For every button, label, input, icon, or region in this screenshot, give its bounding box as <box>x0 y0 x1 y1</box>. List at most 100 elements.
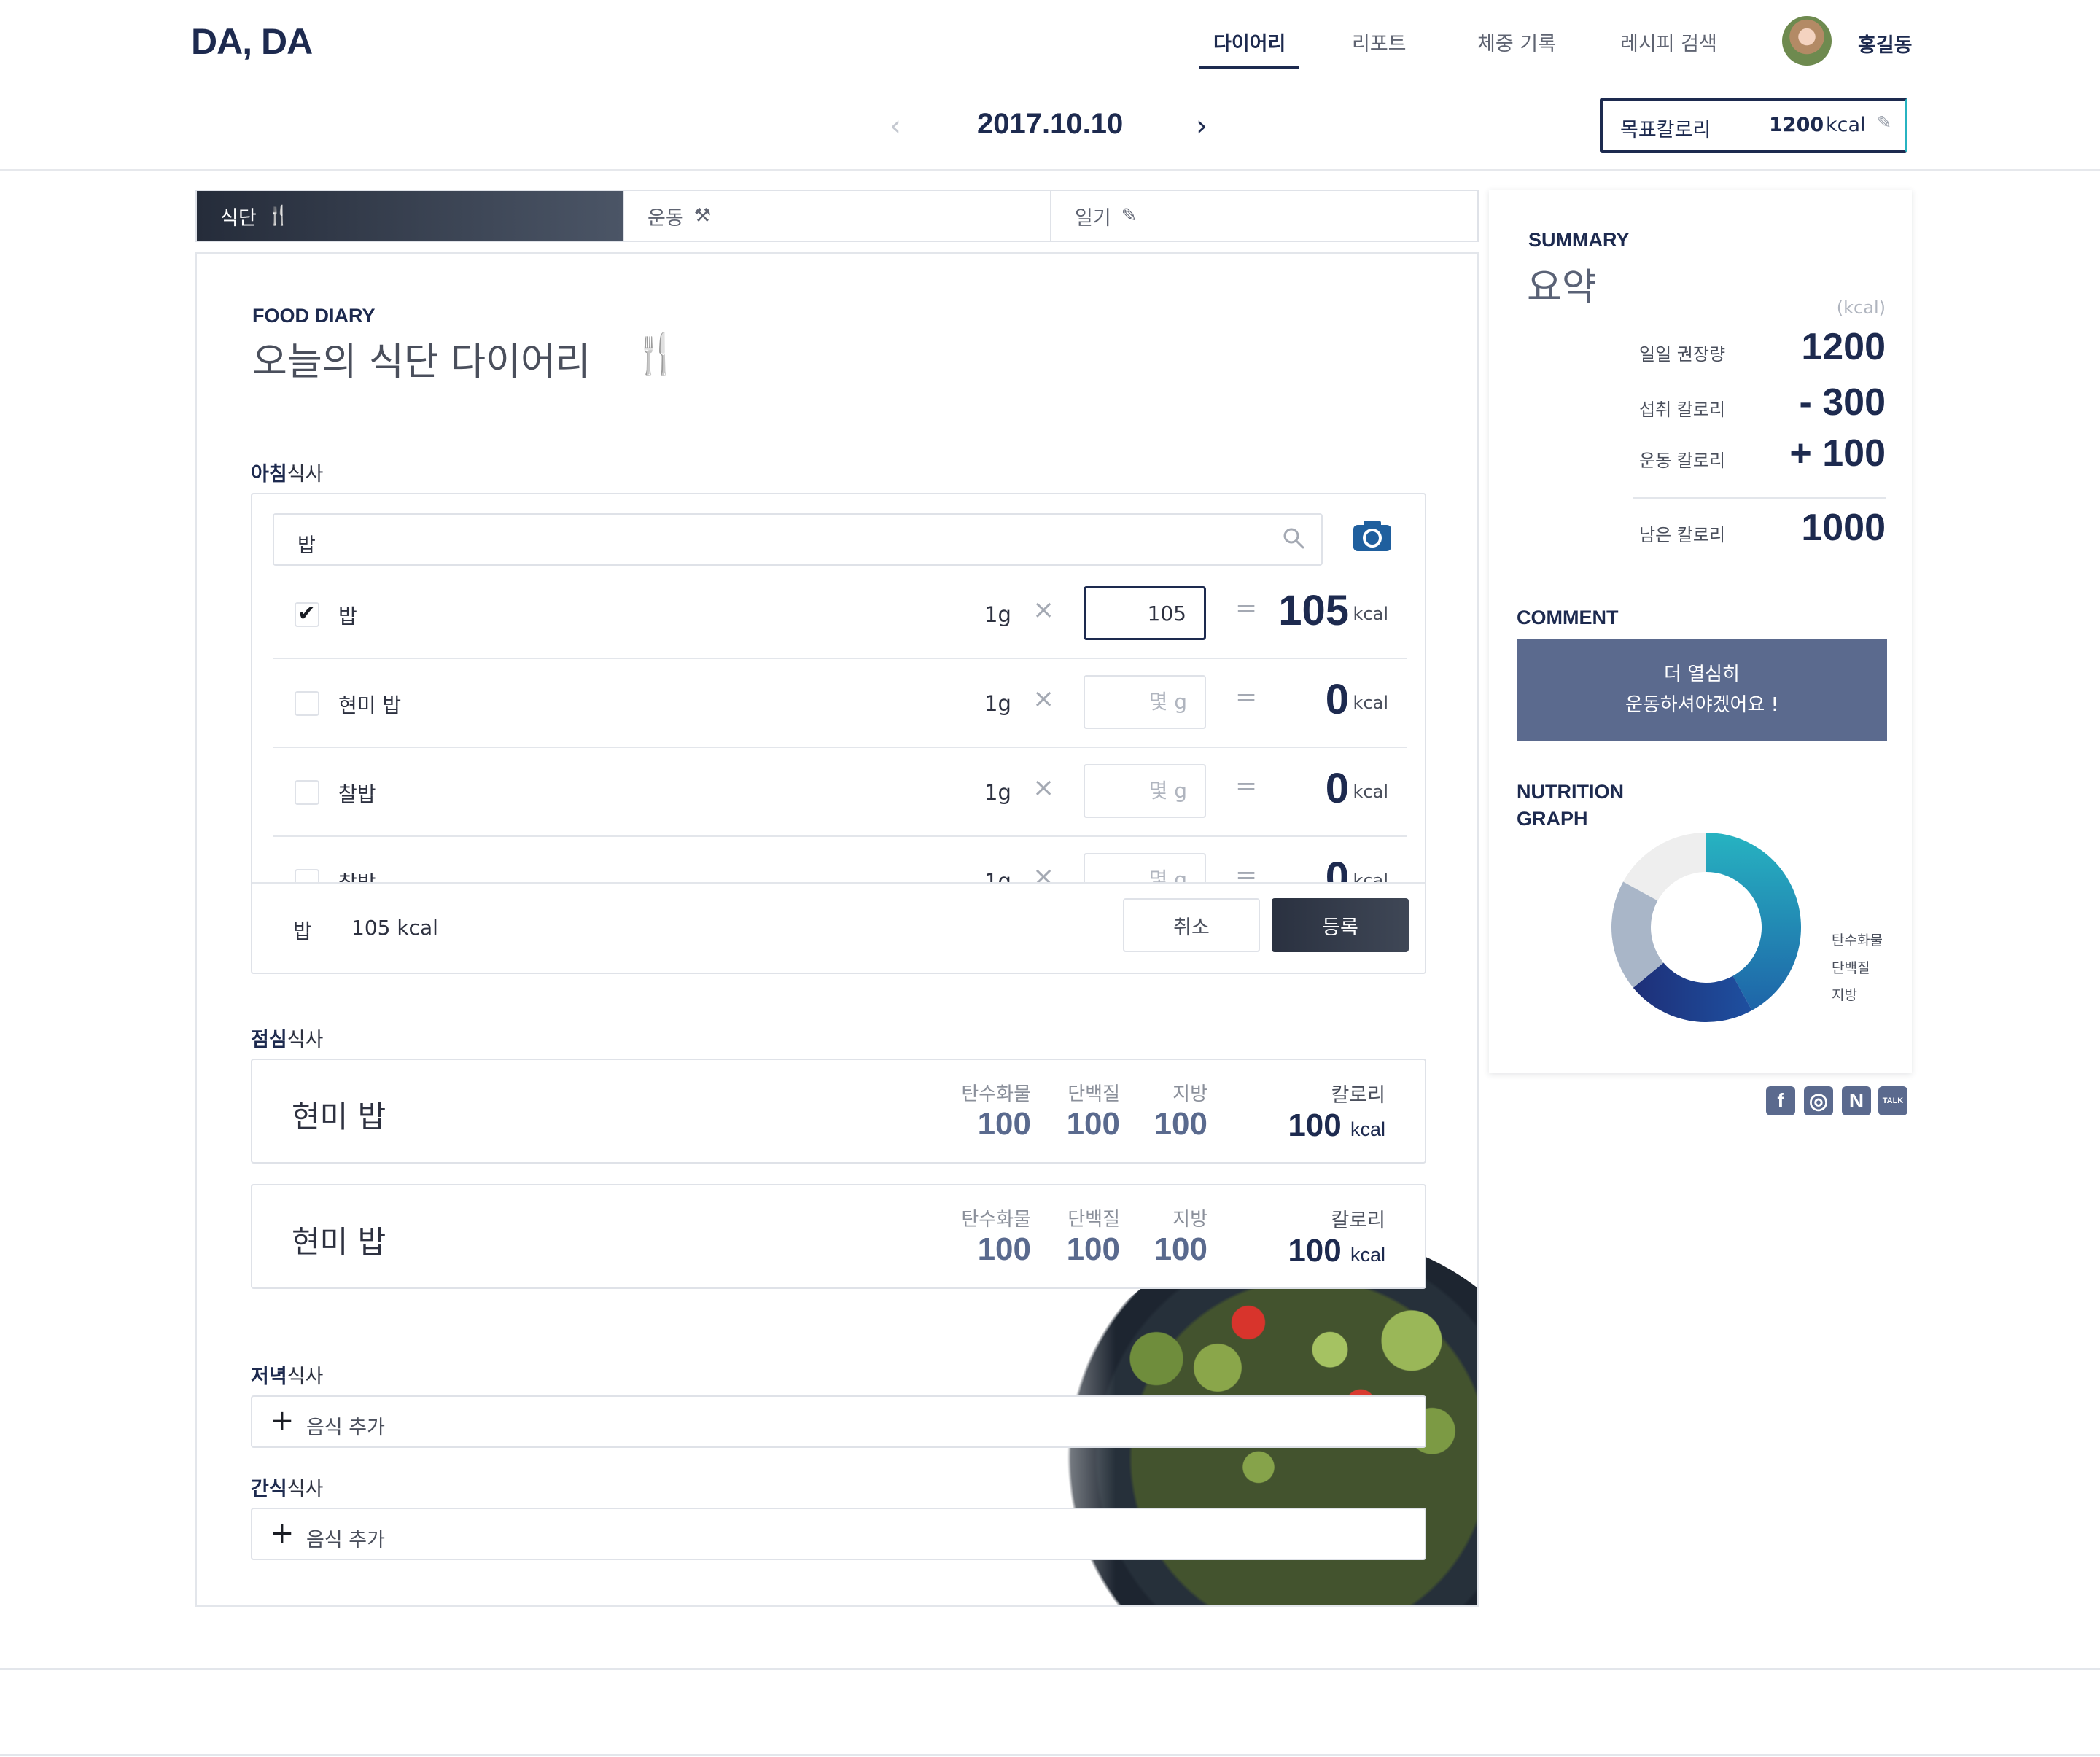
times-icon: × <box>1032 862 1055 882</box>
section-title-ko: 오늘의 식단 다이어리 <box>252 340 591 384</box>
chevron-right-icon[interactable]: › <box>1196 109 1208 143</box>
comment-line-2: 운동하셔야겠어요 ! <box>1625 694 1779 716</box>
naver-icon[interactable]: N <box>1842 1086 1871 1115</box>
comment-box: 더 열심히 운동하셔야겠어요 ! <box>1517 639 1887 741</box>
current-date: 2017.10.10 <box>977 108 1124 140</box>
nav-recipe-search[interactable]: 레시피 검색 <box>1620 28 1717 56</box>
protein-value: 100 <box>1066 1231 1120 1267</box>
protein-column: 단백질 100 <box>1067 1204 1120 1268</box>
fat-label: 지방 <box>1172 1083 1208 1105</box>
quantity-input[interactable]: 105 <box>1084 586 1206 640</box>
fat-label: 지방 <box>1172 1209 1208 1231</box>
selected-food-name: 밥 <box>293 919 312 943</box>
meal-label-rest: 식사 <box>287 1366 324 1388</box>
nutrition-graph-title-line1: NUTRITION <box>1517 781 1624 803</box>
list-item[interactable]: 밥 1g × 105 = 105 kcal <box>273 570 1407 659</box>
add-food-snack-button[interactable]: + 음식 추가 <box>251 1508 1426 1560</box>
lunch-item-card[interactable]: 현미 밥 탄수화물 100 단백질 100 지방 100 칼로리 100 kca… <box>251 1059 1426 1164</box>
add-food-label: 음식 추가 <box>306 1529 385 1551</box>
meal-label-bold: 점심 <box>251 1029 287 1051</box>
food-unit: 1g <box>984 691 1011 716</box>
meal-label-bold: 간식 <box>251 1478 287 1500</box>
tab-exercise-label: 운동 <box>648 206 684 230</box>
tab-exercise[interactable]: 운동 ⚒ <box>624 191 1051 241</box>
fork-knife-icon: 🍴 <box>631 331 681 377</box>
food-checkbox[interactable] <box>295 780 319 805</box>
food-kcal-value: 105 <box>1278 587 1349 634</box>
calorie-value-line: 100 kcal <box>1288 1107 1385 1148</box>
quantity-input[interactable]: 몇 g <box>1084 675 1206 729</box>
avatar[interactable] <box>1782 16 1832 66</box>
food-diary-panel: FOOD DIARY 오늘의 식단 다이어리 🍴 아침식사 밥 밥 1g × 1… <box>195 252 1479 1607</box>
nutrition-graph-title: NUTRITION GRAPH <box>1517 779 1624 833</box>
chevron-left-icon[interactable]: ‹ <box>890 109 901 143</box>
food-kcal-unit: kcal <box>1353 782 1388 802</box>
legend-fat: 지방 <box>1832 987 1857 1003</box>
lunch-item-card[interactable]: 현미 밥 탄수화물 100 단백질 100 지방 100 칼로리 100 kca… <box>251 1184 1426 1289</box>
search-icon[interactable] <box>1282 526 1305 550</box>
food-unit: 1g <box>984 780 1011 805</box>
nav-weight-log[interactable]: 체중 기록 <box>1477 28 1556 56</box>
carb-value: 100 <box>977 1106 1031 1142</box>
food-checkbox[interactable] <box>295 691 319 716</box>
app-logo[interactable]: DA, DA <box>191 20 313 63</box>
food-kcal-value: 0 <box>1325 676 1349 723</box>
meal-label-snack: 간식식사 <box>251 1473 323 1501</box>
food-search-input[interactable]: 밥 <box>273 513 1323 566</box>
list-item[interactable]: 찰밥 1g × 몇 g = 0 kcal <box>273 748 1407 837</box>
submit-button[interactable]: 등록 <box>1272 898 1409 952</box>
tab-diet[interactable]: 식단 🍴 <box>197 191 624 241</box>
food-checkbox[interactable] <box>295 601 319 627</box>
calorie-value: 100 <box>1288 1233 1342 1269</box>
intake-calorie-value: - 300 <box>1799 381 1886 424</box>
kakaotalk-icon[interactable]: TALK <box>1878 1086 1908 1115</box>
nutrition-graph-title-line2: GRAPH <box>1517 808 1588 830</box>
meal-label-bold: 아침 <box>251 463 287 486</box>
quantity-input[interactable]: 몇 g <box>1084 853 1206 882</box>
tab-diet-label: 식단 <box>220 206 257 230</box>
goal-calorie-box[interactable]: 목표칼로리 1200 kcal ✎ <box>1600 98 1908 153</box>
plus-icon: + <box>270 1516 295 1550</box>
nav-report[interactable]: 리포트 <box>1352 28 1407 56</box>
food-kcal-unit: kcal <box>1353 604 1388 624</box>
meal-label-rest: 식사 <box>287 1478 324 1500</box>
cancel-button[interactable]: 취소 <box>1123 898 1260 952</box>
tab-journal[interactable]: 일기 ✎ <box>1051 191 1477 241</box>
carb-value: 100 <box>977 1231 1031 1267</box>
summary-title-ko: 요약 <box>1527 266 1597 310</box>
summary-panel: SUMMARY 요약 (kcal) 일일 권장량 1200 섭취 칼로리 - 3… <box>1489 190 1912 1073</box>
protein-label: 단백질 <box>1068 1209 1120 1231</box>
nav-diary[interactable]: 다이어리 <box>1213 28 1286 56</box>
instagram-icon[interactable]: ◎ <box>1804 1086 1833 1115</box>
camera-icon[interactable] <box>1352 518 1393 553</box>
selected-food-kcal: 105 kcal <box>351 916 438 940</box>
legend-protein: 단백질 <box>1832 960 1870 976</box>
goal-calorie-unit: kcal <box>1826 114 1866 136</box>
user-name[interactable]: 홍길동 <box>1858 29 1913 58</box>
summary-divider <box>1633 497 1886 499</box>
goal-calorie-label: 목표칼로리 <box>1620 119 1711 141</box>
dumbbell-icon: ⚒ <box>693 205 711 227</box>
calorie-column: 칼로리 100 kcal <box>1288 1079 1385 1148</box>
meal-label-dinner: 저녁식사 <box>251 1360 323 1389</box>
section-title-en: FOOD DIARY <box>252 305 376 327</box>
equals-icon: = <box>1235 771 1258 801</box>
facebook-icon[interactable]: f <box>1766 1086 1795 1115</box>
diary-tabs: 식단 🍴 운동 ⚒ 일기 ✎ <box>195 190 1479 242</box>
summary-unit: (kcal) <box>1836 297 1886 318</box>
add-food-dinner-button[interactable]: + 음식 추가 <box>251 1395 1426 1448</box>
list-item[interactable]: 찰밥 1g × 몇 g = 0 kcal <box>273 837 1407 882</box>
food-checkbox[interactable] <box>295 869 319 882</box>
list-item[interactable]: 현미 밥 1g × 몇 g = 0 kcal <box>273 659 1407 748</box>
comment-title: COMMENT <box>1517 607 1619 628</box>
pencil-icon[interactable]: ✎ <box>1877 112 1891 133</box>
add-food-label: 음식 추가 <box>306 1417 385 1439</box>
tab-journal-label: 일기 <box>1075 206 1111 230</box>
carb-column: 탄수화물 100 <box>961 1204 1031 1268</box>
comment-line-1: 더 열심히 <box>1664 663 1740 685</box>
header-divider <box>0 169 2100 171</box>
protein-label: 단백질 <box>1068 1083 1120 1105</box>
footer-divider <box>0 1668 2100 1670</box>
food-kcal-unit: kcal <box>1353 693 1388 713</box>
quantity-input[interactable]: 몇 g <box>1084 764 1206 818</box>
